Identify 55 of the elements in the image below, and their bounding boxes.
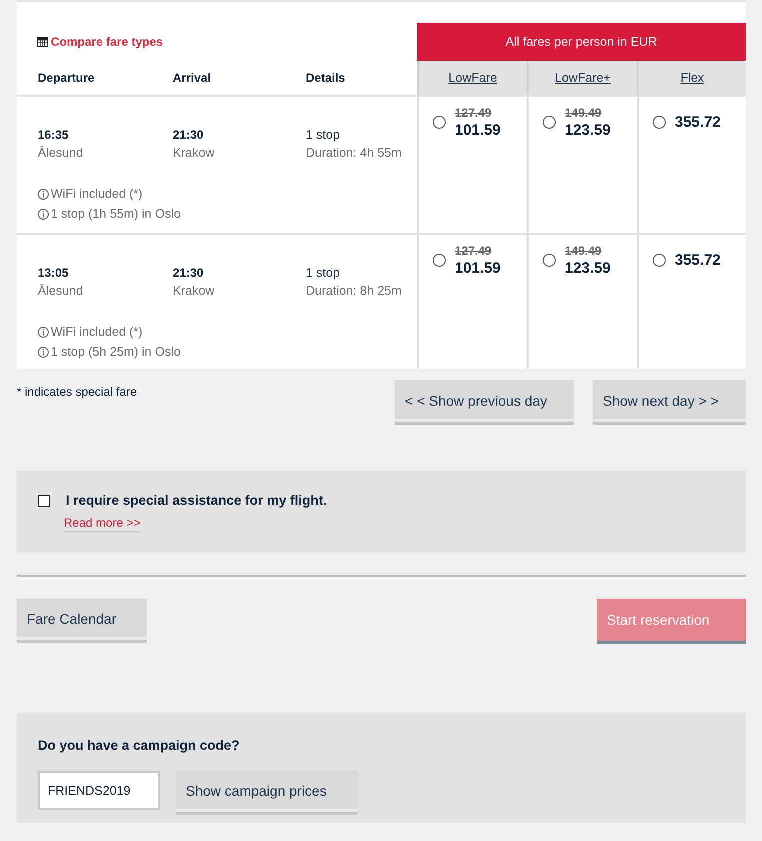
info-icon: [38, 208, 49, 220]
original-price: 149.49: [565, 243, 603, 259]
departure-time: 16:35: [38, 127, 70, 144]
arrival-time: 21:30: [173, 265, 205, 282]
fare-price: 101.59: [455, 121, 501, 140]
flight-note: WiFi included (*): [51, 186, 143, 203]
info-icon: [38, 346, 49, 358]
fare-price: 355.72: [675, 251, 721, 270]
duration-text: Duration: 4h 55m: [306, 145, 403, 162]
fare-type-link[interactable]: LowFare+: [555, 68, 611, 88]
table-icon: [37, 37, 48, 47]
campaign-code-field[interactable]: FRIENDS2019: [38, 771, 160, 810]
fare-price: 123.59: [565, 259, 611, 278]
fare-type-link[interactable]: Flex: [680, 68, 704, 88]
action-button[interactable]: Fare Calendar: [17, 599, 147, 643]
fare-radio[interactable]: [653, 254, 666, 267]
assistance-checkbox[interactable]: [38, 495, 50, 507]
flight-note: 1 stop (5h 25m) in Oslo: [51, 344, 181, 361]
flight-note: 1 stop (1h 55m) in Oslo: [51, 206, 181, 223]
departure-city: Ålesund: [38, 283, 84, 300]
campaign-button[interactable]: Show campaign prices: [176, 771, 358, 815]
info-icon: [38, 326, 49, 338]
flight-note: WiFi included (*): [51, 324, 143, 341]
fare-price: 101.59: [455, 259, 501, 278]
arrival-time: 21:30: [173, 127, 205, 144]
assistance-label: I require special assistance for my flight.: [66, 493, 328, 509]
fare-radio[interactable]: [433, 116, 446, 129]
fare-price: 123.59: [565, 121, 611, 140]
stops-text: 1 stop: [306, 127, 342, 144]
day-nav-button[interactable]: Show next day > >: [593, 380, 746, 425]
departure-city: Ålesund: [38, 145, 84, 162]
original-price: 127.49: [455, 243, 493, 259]
fare-radio[interactable]: [653, 116, 666, 129]
footnote-text: * indicates special fare: [17, 384, 138, 401]
compare-fare-link[interactable]: Compare fare types: [37, 33, 164, 51]
read-more-link[interactable]: Read more >>: [64, 516, 141, 533]
column-header: Details: [306, 71, 346, 85]
column-header: Departure: [38, 71, 95, 85]
fare-radio[interactable]: [433, 254, 446, 267]
original-price: 149.49: [565, 105, 603, 121]
currency-banner: All fares per person in EUR: [417, 23, 746, 61]
original-price: 127.49: [455, 105, 493, 121]
departure-time: 13:05: [38, 265, 70, 282]
fare-radio[interactable]: [543, 116, 556, 129]
column-header: Arrival: [173, 71, 212, 85]
arrival-city: Krakow: [173, 283, 216, 300]
info-icon: [38, 188, 49, 200]
stops-text: 1 stop: [306, 265, 342, 282]
day-nav-button[interactable]: < < Show previous day: [395, 380, 574, 425]
arrival-city: Krakow: [173, 145, 216, 162]
fare-price: 355.72: [675, 113, 721, 132]
duration-text: Duration: 8h 25m: [306, 283, 403, 300]
campaign-heading: Do you have a campaign code?: [38, 738, 240, 754]
fare-type-link[interactable]: LowFare: [448, 68, 498, 88]
fare-radio[interactable]: [543, 254, 556, 267]
